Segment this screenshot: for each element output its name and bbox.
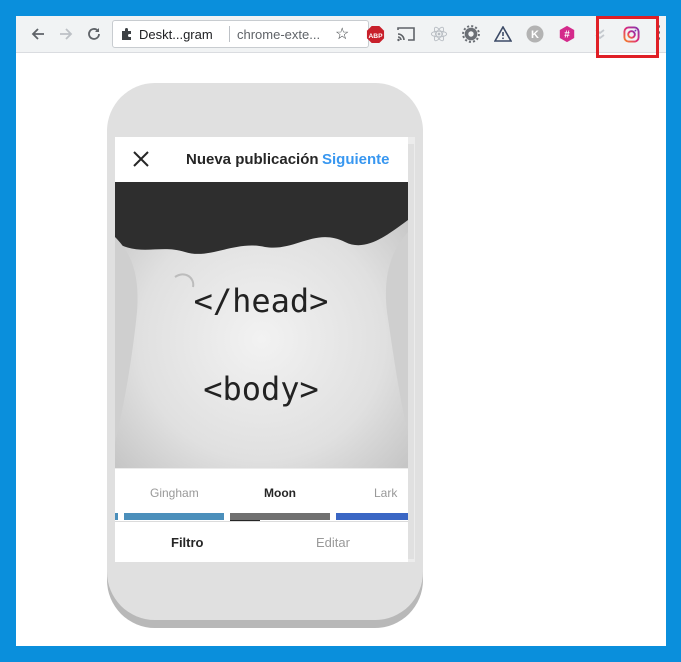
cast-icon[interactable] (395, 23, 417, 45)
extension-name: Deskt...gram (139, 27, 213, 42)
hashtag-extension-icon[interactable]: # (556, 23, 578, 45)
react-devtools-icon[interactable] (428, 23, 450, 45)
scrollbar-thumb[interactable] (408, 144, 414, 559)
app-screen: Nueva publicación Siguiente </head> <bod… (115, 137, 408, 562)
close-icon (133, 151, 149, 167)
omnibox-separator (229, 26, 230, 42)
post-photo: </head> <body> (115, 182, 408, 468)
adblock-plus-icon[interactable]: ABP (364, 23, 386, 45)
filter-label-moon[interactable]: Moon (264, 486, 296, 500)
filter-label-lark[interactable]: Lark (374, 486, 397, 500)
abp-label: ABP (368, 32, 383, 39)
editor-tabs: Filtro Editar (115, 521, 408, 562)
instagram-highlight-box (596, 16, 659, 58)
browser-toolbar: Deskt...gram chrome-exte... ☆ ABP K # (16, 16, 666, 53)
app-header: Nueva publicación Siguiente (115, 137, 408, 182)
k-label: K (531, 29, 539, 41)
url-text: chrome-exte... (237, 27, 321, 42)
settings-gear-icon[interactable] (460, 23, 482, 45)
warning-icon[interactable] (492, 23, 514, 45)
close-button[interactable] (131, 149, 151, 169)
browser-window: Deskt...gram chrome-exte... ☆ ABP K # Nu… (16, 16, 666, 646)
next-button[interactable]: Siguiente (322, 151, 390, 168)
back-button[interactable] (26, 22, 50, 46)
hashtag-label: # (564, 30, 570, 41)
k-extension-icon[interactable]: K (524, 23, 546, 45)
filter-swatch-previous[interactable] (115, 513, 118, 520)
address-bar[interactable]: Deskt...gram chrome-exte... ☆ (112, 20, 369, 48)
filter-label-gingham[interactable]: Gingham (150, 486, 199, 500)
filter-swatch-moon[interactable] (230, 513, 330, 520)
filter-strip: Gingham Moon Lark (115, 468, 408, 522)
tab-edit[interactable]: Editar (316, 535, 350, 550)
filter-swatch-lark[interactable] (336, 513, 408, 520)
arrow-right-icon (60, 28, 73, 40)
tattoo-text-head: </head> (194, 282, 329, 320)
arrow-left-icon (31, 28, 44, 40)
tab-filter[interactable]: Filtro (171, 535, 204, 550)
reload-icon (88, 28, 100, 40)
page-title: Nueva publicación (186, 151, 319, 168)
forward-button[interactable] (54, 22, 78, 46)
reload-button[interactable] (82, 22, 106, 46)
filter-swatch-gingham[interactable] (124, 513, 224, 520)
puzzle-icon (121, 27, 134, 43)
tattoo-text-body: <body> (203, 370, 319, 408)
bookmark-star-icon[interactable]: ☆ (335, 24, 349, 44)
